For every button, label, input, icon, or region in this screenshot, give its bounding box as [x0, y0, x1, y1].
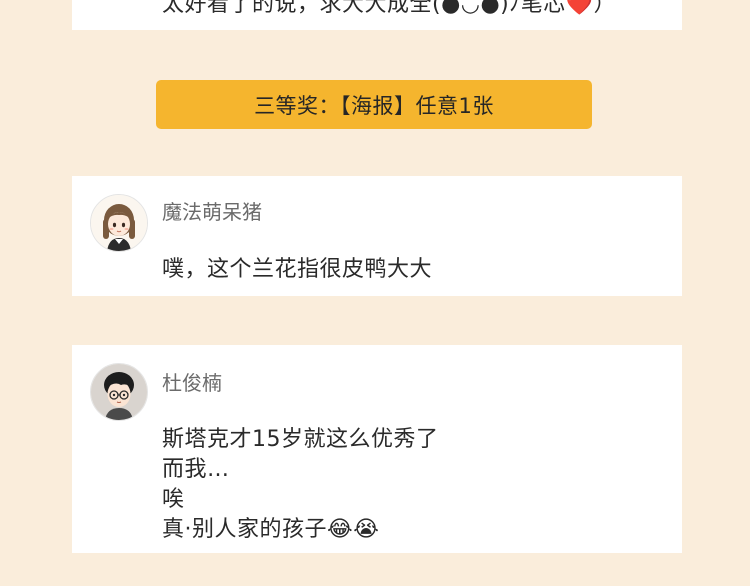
girl-avatar-icon[interactable] [90, 194, 148, 252]
username[interactable]: 魔法萌呆猪 [162, 196, 262, 225]
comment-text-line: 唉 [162, 487, 185, 512]
comment-text: 太好看了的说，求大大成全(●◡●)ﾉ笔芯❤️） [162, 0, 617, 17]
comment-card: 魔法萌呆猪 噗，这个兰花指很皮鸭大大 [72, 176, 682, 296]
comment-card: 杜俊楠 斯塔克才15岁就这么优秀了 而我… 唉 真·别人家的孩子😂😭 [72, 345, 682, 553]
boy-with-glasses-avatar-icon[interactable] [90, 363, 148, 421]
comment-text: 噗，这个兰花指很皮鸭大大 [162, 257, 433, 282]
prize-banner: 三等奖：【海报】任意1张 [156, 80, 592, 129]
comment-text-line: 而我… [162, 457, 230, 482]
page-background: 太好看了的说，求大大成全(●◡●)ﾉ笔芯❤️） 三等奖：【海报】任意1张 魔法萌… [0, 0, 750, 586]
username[interactable]: 杜俊楠 [162, 367, 222, 396]
comment-text-line: 真·别人家的孩子😂😭 [162, 517, 380, 542]
comment-card-partial: 太好看了的说，求大大成全(●◡●)ﾉ笔芯❤️） [72, 0, 682, 30]
comment-text-line: 斯塔克才15岁就这么优秀了 [162, 427, 439, 452]
